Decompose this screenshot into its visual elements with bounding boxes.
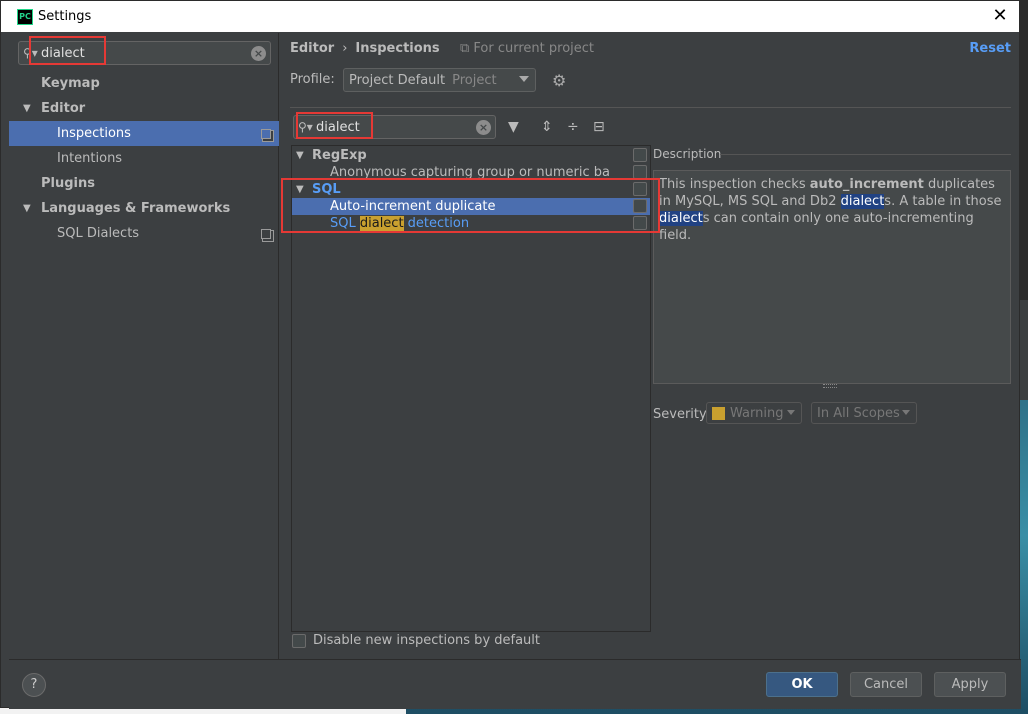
sidebar-item-intentions[interactable]: Intentions: [9, 146, 279, 171]
breadcrumb: Editor › Inspections: [290, 41, 440, 56]
expand-all-icon[interactable]: ⇕: [541, 119, 553, 135]
disable-new-inspections[interactable]: Disable new inspections by default: [292, 633, 540, 648]
tree-item-auto-increment[interactable]: Auto-increment duplicate: [292, 198, 650, 215]
search-highlight: dialect: [659, 211, 703, 226]
warning-icon: [712, 406, 725, 420]
inspections-panel: Editor › Inspections ⧉ For current project…: [280, 33, 1021, 659]
chevron-down-icon: [787, 410, 795, 415]
reset-to-default-icon[interactable]: ⊟: [593, 119, 605, 135]
scope-value: In All Scopes: [817, 405, 900, 421]
search-icon[interactable]: ⚲▾: [23, 46, 41, 60]
gear-icon[interactable]: ⚙: [552, 71, 566, 90]
desc-text: s can contain only one auto-incrementing…: [659, 211, 974, 243]
sidebar-item-inspections[interactable]: Inspections: [9, 121, 279, 146]
profile-label: Profile:: [290, 72, 335, 87]
chevron-down-icon: [519, 76, 529, 82]
sidebar-item-label: Languages & Frameworks: [41, 201, 231, 216]
disable-new-label: Disable new inspections by default: [313, 633, 541, 648]
settings-search-value: dialect: [41, 45, 85, 61]
project-scope-icon: [261, 229, 271, 239]
title-bar: PC Settings ✕: [1, 1, 1019, 32]
severity-select[interactable]: Warning: [706, 402, 802, 424]
dialog-footer: ? OK Cancel Apply: [9, 659, 1021, 709]
sidebar-item-label: Editor: [41, 101, 86, 116]
search-icon[interactable]: ⚲▾: [298, 120, 316, 134]
chevron-down-icon: [902, 410, 910, 415]
clear-search-icon[interactable]: ×: [251, 46, 266, 61]
item-label-prefix: SQL: [330, 216, 360, 231]
profile-sub: Project: [452, 72, 497, 88]
inspections-tree: ▼ RegExp Anonymous capturing group or nu…: [291, 145, 651, 632]
profile-value: Project Default: [349, 72, 446, 88]
scope-select[interactable]: In All Scopes: [811, 402, 917, 424]
tree-item-anonymous-capturing[interactable]: Anonymous capturing group or numeric bac…: [292, 164, 650, 181]
breadcrumb-parent[interactable]: Editor: [290, 41, 334, 56]
clear-filter-icon[interactable]: ×: [476, 120, 491, 135]
inspection-filter-input[interactable]: ⚲▾ dialect ×: [293, 115, 496, 139]
sidebar-item-label: Intentions: [57, 151, 123, 166]
expand-arrow-icon[interactable]: ▼: [23, 103, 31, 114]
item-label: SQL dialect detection: [330, 216, 469, 231]
sidebar-item-label: Plugins: [41, 176, 95, 191]
item-checkbox[interactable]: [633, 199, 647, 213]
sidebar-item-sql-dialects[interactable]: SQL Dialects: [9, 221, 279, 246]
tree-item-sql-dialect-detection[interactable]: SQL dialect detection: [292, 215, 650, 232]
scope-note: ⧉ For current project: [460, 41, 594, 56]
severity-value: Warning: [730, 405, 784, 421]
search-highlight: dialect: [359, 216, 404, 231]
settings-search-input[interactable]: ⚲▾ dialect ×: [18, 41, 271, 65]
profile-select[interactable]: Project Default Project: [343, 68, 536, 92]
group-checkbox[interactable]: [633, 182, 647, 196]
apply-button[interactable]: Apply: [934, 672, 1006, 697]
project-scope-icon: ⧉: [460, 41, 474, 56]
item-checkbox[interactable]: [633, 165, 647, 179]
disable-new-checkbox[interactable]: [292, 633, 306, 648]
group-label: SQL: [312, 182, 341, 197]
description-title: Description: [653, 147, 722, 161]
sidebar-item-label: SQL Dialects: [57, 226, 140, 241]
desc-text: This inspection checks: [659, 177, 810, 192]
item-label: Auto-increment duplicate: [330, 199, 496, 214]
pycharm-icon: PC: [17, 8, 33, 25]
sidebar-item-label: Keymap: [41, 76, 100, 91]
item-checkbox[interactable]: [633, 216, 647, 230]
collapse-all-icon[interactable]: ÷: [567, 119, 579, 135]
filter-value: dialect: [316, 119, 360, 135]
expand-arrow-icon[interactable]: ▼: [296, 184, 304, 195]
severity-label: Severity:: [653, 407, 711, 422]
group-label: RegExp: [312, 148, 367, 163]
sidebar-item-editor[interactable]: ▼ Editor: [9, 96, 279, 121]
group-checkbox[interactable]: [633, 148, 647, 162]
breadcrumb-separator: ›: [342, 41, 348, 56]
reset-link[interactable]: Reset: [969, 41, 1011, 56]
help-button[interactable]: ?: [22, 673, 46, 697]
splitter-handle[interactable]: [823, 384, 837, 388]
item-label-suffix: detection: [403, 216, 470, 231]
divider: [290, 107, 1011, 108]
cancel-button[interactable]: Cancel: [850, 672, 922, 697]
settings-sidebar: ⚲▾ dialect × Keymap ▼ Editor Inspections…: [9, 33, 279, 659]
breadcrumb-current: Inspections: [355, 41, 440, 56]
settings-dialog: PC Settings ✕ ⚲▾ dialect × Keymap ▼ Edit…: [0, 0, 1021, 709]
filter-icon[interactable]: ▼: [508, 119, 519, 135]
expand-arrow-icon[interactable]: ▼: [23, 203, 31, 214]
project-scope-icon: [261, 129, 271, 139]
tree-group-sql[interactable]: ▼ SQL: [292, 181, 650, 198]
sidebar-item-plugins[interactable]: Plugins: [9, 171, 279, 196]
window-title: Settings: [38, 9, 92, 24]
close-icon[interactable]: ✕: [989, 4, 1011, 26]
desc-text: s. A table in those: [884, 194, 1002, 209]
item-label: Anonymous capturing group or numeric bac…: [330, 165, 610, 180]
sidebar-item-label: Inspections: [57, 126, 131, 141]
expand-arrow-icon[interactable]: ▼: [296, 150, 304, 161]
ok-button[interactable]: OK: [766, 672, 838, 697]
sidebar-item-languages-frameworks[interactable]: ▼ Languages & Frameworks: [9, 196, 279, 221]
search-highlight: dialect: [840, 194, 885, 209]
tree-group-regexp[interactable]: ▼ RegExp: [292, 147, 650, 164]
description-text: This inspection checks auto_increment du…: [653, 170, 1011, 384]
divider: [720, 154, 1011, 155]
sidebar-item-keymap[interactable]: Keymap: [9, 71, 279, 96]
desc-bold: auto_increment: [809, 177, 924, 192]
scope-note-text: For current project: [473, 41, 595, 56]
